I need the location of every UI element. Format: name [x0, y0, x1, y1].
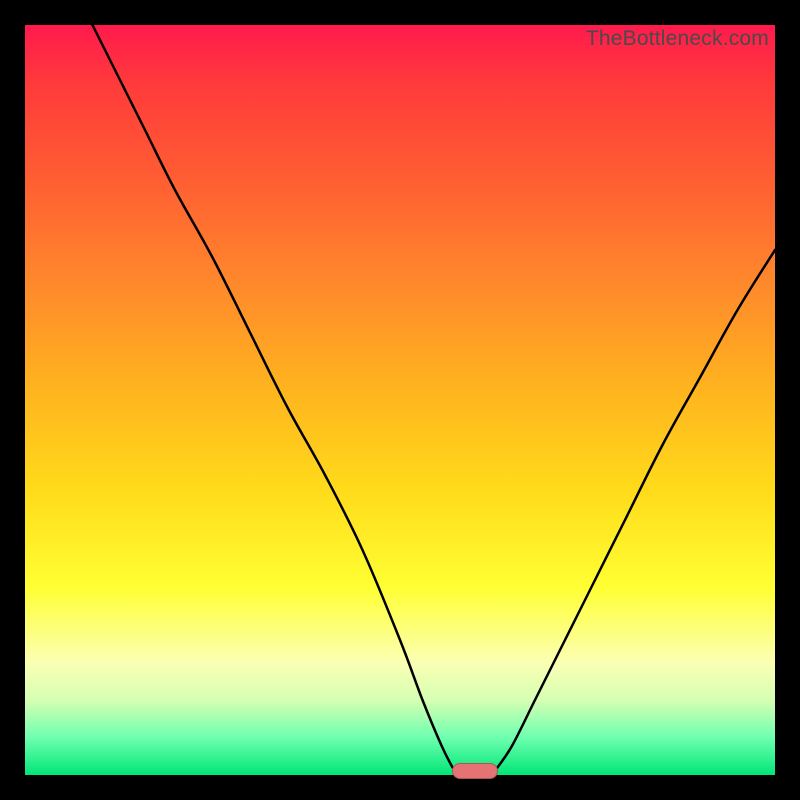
plot-area: TheBottleneck.com: [25, 25, 775, 775]
curve-right: [498, 250, 776, 768]
optimum-marker: [452, 763, 498, 779]
curve-left: [93, 25, 453, 768]
chart-frame: TheBottleneck.com: [0, 0, 800, 800]
curve-layer: [25, 25, 775, 775]
